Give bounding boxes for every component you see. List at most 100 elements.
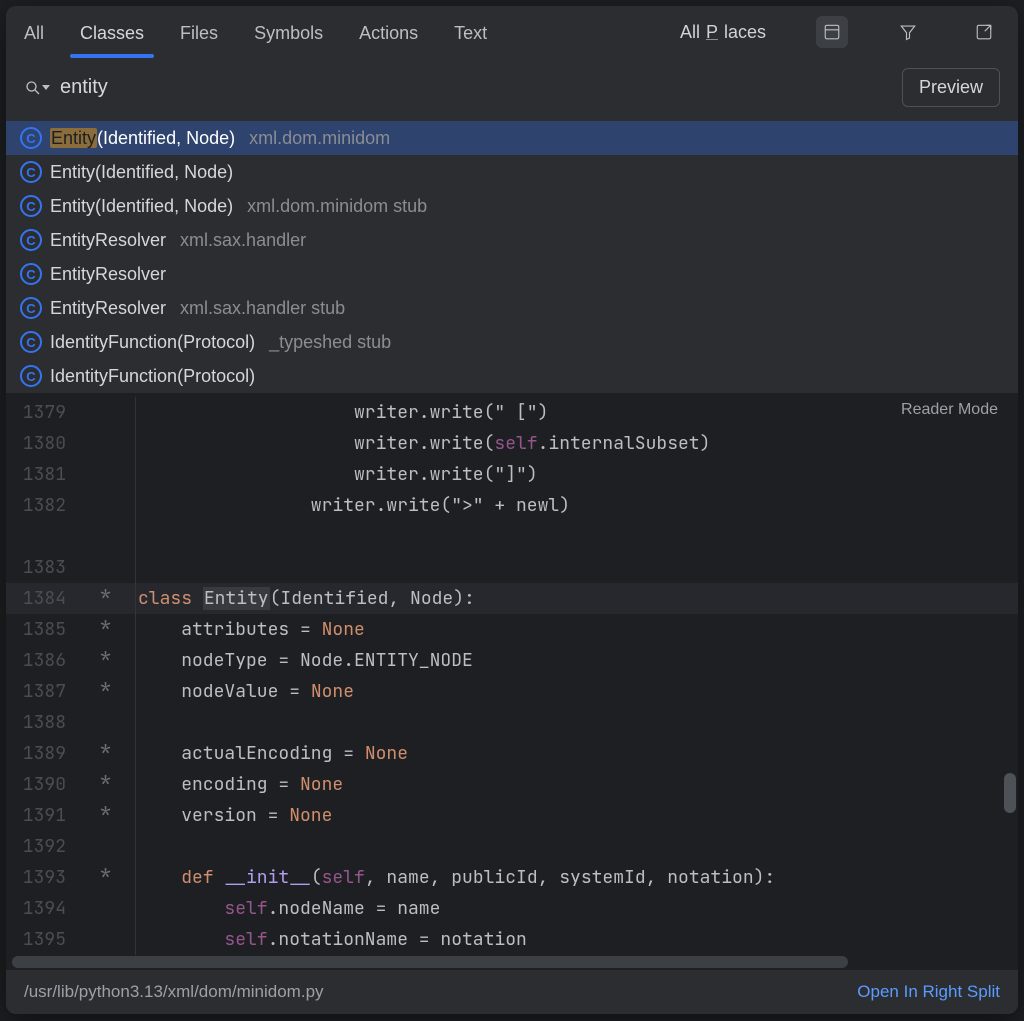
- code-line: 1388: [6, 707, 1018, 738]
- result-item[interactable]: C IdentityFunction(Protocol) _typeshed stu…: [6, 325, 1018, 359]
- gutter-mark: [76, 490, 136, 521]
- gutter-mark: [76, 397, 136, 428]
- code-text: def __init__(self, name, publicId, syste…: [136, 866, 775, 889]
- tab-all[interactable]: All: [24, 9, 44, 56]
- code-line: 1393* def __init__(self, name, publicId,…: [6, 862, 1018, 893]
- gutter-mark: *: [76, 738, 136, 769]
- line-number: 1390: [6, 773, 76, 796]
- tab-text[interactable]: Text: [454, 9, 487, 56]
- search-row: Preview: [6, 58, 1018, 121]
- code-text: self.nodeName = name: [136, 897, 440, 920]
- code-text: writer.write("]"): [136, 463, 538, 486]
- result-label: IdentityFunction(Protocol): [50, 366, 255, 387]
- scope-selector[interactable]: All Places: [680, 22, 772, 43]
- result-item[interactable]: C Entity(Identified, Node) xml.dom.minidom: [6, 121, 1018, 155]
- result-item[interactable]: C IdentityFunction(Protocol): [6, 359, 1018, 393]
- line-number: 1392: [6, 835, 76, 858]
- result-location: xml.dom.minidom stub: [247, 196, 427, 217]
- code-text: nodeValue = None: [136, 680, 354, 703]
- code-line: 1391* version = None: [6, 800, 1018, 831]
- tab-classes[interactable]: Classes: [80, 9, 144, 56]
- gutter-mark: *: [76, 676, 136, 707]
- result-location: xml.sax.handler stub: [180, 298, 345, 319]
- line-number: 1386: [6, 649, 76, 672]
- status-bar: /usr/lib/python3.13/xml/dom/minidom.py O…: [6, 970, 1018, 1014]
- line-number: 1383: [6, 556, 76, 579]
- result-item[interactable]: CEntityResolverxml.sax.handler: [6, 223, 1018, 257]
- gutter-mark: [76, 521, 136, 552]
- code-line: 1379 writer.write(" ["): [6, 397, 1018, 428]
- result-label: IdentityFunction(Protocol): [50, 332, 255, 353]
- code-text: writer.write(">" + newl): [136, 494, 570, 517]
- class-icon: C: [20, 161, 42, 183]
- open-in-right-split-link[interactable]: Open In Right Split: [857, 982, 1000, 1002]
- code-line: 1380 writer.write(self.internalSubset): [6, 428, 1018, 459]
- line-number: 1388: [6, 711, 76, 734]
- gutter-mark: [76, 831, 136, 862]
- line-number: 1379: [6, 401, 76, 424]
- line-number: 1384: [6, 587, 76, 610]
- code-text: encoding = None: [136, 773, 343, 796]
- result-location: xml.dom.minidom: [249, 128, 390, 149]
- scope-label-suffix: laces: [724, 22, 766, 43]
- result-item[interactable]: CEntityResolver: [6, 257, 1018, 291]
- reader-mode-label[interactable]: Reader Mode: [895, 399, 1004, 421]
- result-label: EntityResolver: [50, 298, 166, 319]
- class-icon: C: [20, 365, 42, 387]
- code-text: writer.write(self.internalSubset): [136, 432, 710, 455]
- preview-toggle-icon[interactable]: [816, 16, 848, 48]
- code-line: 1387* nodeValue = None: [6, 676, 1018, 707]
- result-item[interactable]: C Entity(Identified, Node): [6, 155, 1018, 189]
- line-number: 1382: [6, 494, 76, 517]
- scope-label-prefix: All: [680, 22, 700, 43]
- result-label: EntityResolver: [50, 264, 166, 285]
- result-label: Entity(Identified, Node): [50, 162, 233, 183]
- open-in-tool-window-icon[interactable]: [968, 16, 1000, 48]
- line-number: 1391: [6, 804, 76, 827]
- result-item[interactable]: CEntity(Identified, Node)xml.dom.minidom…: [6, 189, 1018, 223]
- code-text: writer.write(" ["): [136, 401, 548, 424]
- line-number: 1394: [6, 897, 76, 920]
- code-line: [6, 521, 1018, 552]
- line-number: 1387: [6, 680, 76, 703]
- gutter-mark: [76, 428, 136, 459]
- gutter-mark: [76, 893, 136, 924]
- class-icon: C: [20, 127, 42, 149]
- tab-actions[interactable]: Actions: [359, 9, 418, 56]
- file-path: /usr/lib/python3.13/xml/dom/minidom.py: [24, 982, 324, 1002]
- result-location: _typeshed stub: [269, 332, 391, 353]
- tab-symbols[interactable]: Symbols: [254, 9, 323, 56]
- line-number: 1380: [6, 432, 76, 455]
- result-item[interactable]: C EntityResolver xml.sax.handler stub: [6, 291, 1018, 325]
- class-icon: C: [20, 297, 42, 319]
- scrollbar-horizontal[interactable]: [12, 956, 848, 968]
- result-label: Entity(Identified, Node): [50, 128, 235, 149]
- code-text: attributes = None: [136, 618, 365, 641]
- result-label: EntityResolver: [50, 230, 166, 251]
- gutter-mark: *: [76, 614, 136, 645]
- gutter-mark: [76, 924, 136, 955]
- scrollbar-vertical[interactable]: [1004, 773, 1016, 813]
- preview-button[interactable]: Preview: [902, 68, 1000, 107]
- preview-editor[interactable]: Reader Mode 1379 writer.write(" [")1380 …: [6, 393, 1018, 970]
- code-line: 1386* nodeType = Node.ENTITY_NODE: [6, 645, 1018, 676]
- line-number: 1395: [6, 928, 76, 951]
- line-number: 1385: [6, 618, 76, 641]
- class-icon: C: [20, 331, 42, 353]
- code-text: self.notationName = notation: [136, 928, 527, 951]
- gutter-mark: *: [76, 800, 136, 831]
- tab-files[interactable]: Files: [180, 9, 218, 56]
- line-number: 1389: [6, 742, 76, 765]
- class-icon: C: [20, 195, 42, 217]
- search-input[interactable]: [60, 76, 892, 99]
- filter-icon[interactable]: [892, 16, 924, 48]
- code-text: actualEncoding = None: [136, 742, 408, 765]
- search-everywhere-dialog: All Classes Files Symbols Actions Text A…: [6, 6, 1018, 1014]
- gutter-mark: *: [76, 645, 136, 676]
- code-line: 1389* actualEncoding = None: [6, 738, 1018, 769]
- code-text: nodeType = Node.ENTITY_NODE: [136, 649, 473, 672]
- gutter-mark: *: [76, 862, 136, 893]
- line-number: 1393: [6, 866, 76, 889]
- search-icon[interactable]: [24, 79, 50, 97]
- code-line: 1383: [6, 552, 1018, 583]
